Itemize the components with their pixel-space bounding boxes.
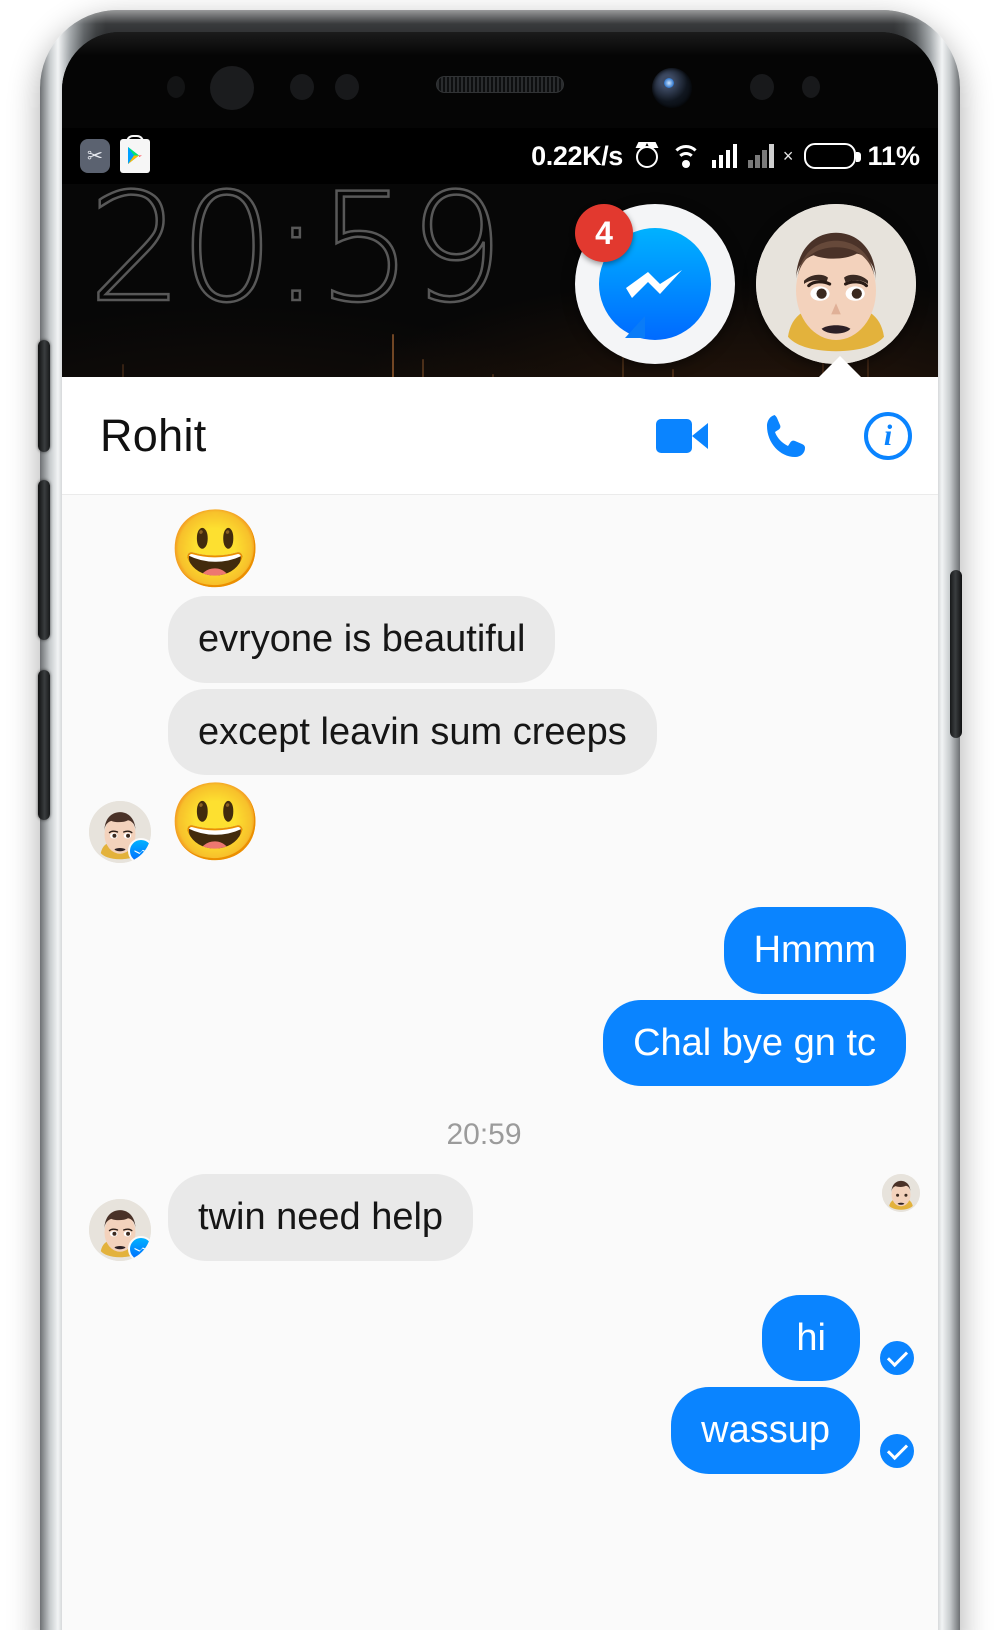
outgoing-message-bubble[interactable]: Hmmm — [723, 907, 906, 994]
video-call-icon[interactable] — [656, 418, 708, 453]
message-row: Hmmm — [62, 907, 906, 994]
seen-by-avatar — [882, 1174, 920, 1213]
device-top-hardware — [62, 32, 938, 128]
light-sensor-icon — [290, 74, 314, 100]
wifi-icon — [670, 144, 701, 168]
incoming-message-bubble[interactable]: twin need help — [168, 1174, 474, 1261]
sender-avatar[interactable] — [89, 1198, 151, 1261]
message-row: 😃 — [62, 508, 906, 590]
volume-up-button[interactable] — [38, 480, 50, 640]
sim-unavailable-icon: × — [782, 145, 794, 166]
sender-avatar[interactable] — [89, 801, 151, 864]
message-emoji: 😃 — [168, 507, 263, 592]
message-row: wassup — [62, 1387, 914, 1474]
network-speed-label: 0.22K/s — [531, 140, 623, 171]
status-bar-indicators: 0.22K/s × 11% — [531, 141, 920, 172]
front-camera-icon — [652, 68, 692, 108]
chat-header: Rohit i — [62, 377, 938, 494]
delivered-check-icon — [880, 1433, 914, 1468]
volume-down-button[interactable] — [38, 670, 50, 820]
lockscreen-wallpaper: 20:59 4 — [62, 184, 938, 399]
incoming-message-bubble[interactable]: except leavin sum creeps — [168, 688, 657, 776]
outgoing-message-bubble[interactable]: wassup — [671, 1387, 860, 1474]
alarm-icon — [634, 143, 660, 169]
message-row: 😃 — [62, 780, 906, 866]
unread-badge: 4 — [575, 204, 633, 262]
messenger-badge-icon — [128, 838, 151, 864]
signal-no-service-icon — [748, 144, 774, 168]
chat-header-actions: i — [656, 411, 912, 461]
message-row: evryone is beautiful — [62, 596, 906, 683]
outgoing-message-bubble[interactable]: Chal bye gn tc — [603, 999, 906, 1087]
phone-mockup-scene: ✂ 0.22K/s × 11% 20:59 4 Rohit i 😃 evryon… — [0, 0, 1000, 1630]
sensor-icon — [750, 74, 774, 100]
proximity-sensor-icon — [167, 76, 185, 98]
contact-avatar-large[interactable] — [756, 204, 916, 364]
delivered-check-icon — [880, 1341, 914, 1376]
messenger-badge-icon — [128, 1235, 151, 1261]
message-thread[interactable]: 😃 evryone is beautiful except leavin sum… — [62, 494, 938, 1474]
sensor-icon — [335, 74, 359, 100]
battery-percent-label: 11% — [867, 140, 920, 171]
incoming-message-bubble[interactable]: evryone is beautiful — [168, 596, 556, 683]
message-row: Chal bye gn tc — [62, 999, 906, 1087]
message-row: twin need help — [62, 1174, 920, 1261]
info-icon[interactable]: i — [864, 411, 912, 460]
screenshot-tool-icon: ✂ — [80, 139, 110, 173]
signal-icon — [711, 144, 738, 168]
status-bar-notifications: ✂ — [80, 139, 150, 173]
earpiece-speaker — [436, 76, 564, 93]
bixby-button[interactable] — [38, 340, 50, 452]
phone-screen: ✂ 0.22K/s × 11% 20:59 4 Rohit i 😃 evryon… — [62, 32, 938, 1630]
chat-pointer-arrow — [818, 356, 862, 378]
chat-title: Rohit — [100, 409, 207, 461]
iris-scanner-icon — [210, 66, 254, 110]
message-emoji: 😃 — [168, 780, 263, 866]
outgoing-message-bubble[interactable]: hi — [762, 1294, 860, 1382]
lockscreen-clock: 20:59 — [87, 184, 506, 336]
status-bar: ✂ 0.22K/s × 11% — [62, 128, 938, 184]
led-indicator-icon — [802, 76, 820, 98]
battery-icon — [804, 143, 862, 169]
voice-call-icon[interactable] — [762, 411, 810, 461]
message-row: hi — [62, 1294, 914, 1382]
avatar-slot — [72, 1198, 168, 1261]
avatar-slot — [72, 801, 168, 864]
power-button[interactable] — [950, 570, 962, 738]
messenger-chat-head[interactable]: 4 — [575, 204, 735, 364]
phone-body: ✂ 0.22K/s × 11% 20:59 4 Rohit i 😃 evryon… — [38, 10, 962, 1630]
message-row: except leavin sum creeps — [62, 688, 906, 776]
messenger-chat-panel: Rohit i 😃 evryone is beautiful except le… — [62, 377, 938, 1630]
timestamp-divider: 20:59 — [446, 1118, 522, 1152]
play-store-icon — [120, 139, 150, 173]
